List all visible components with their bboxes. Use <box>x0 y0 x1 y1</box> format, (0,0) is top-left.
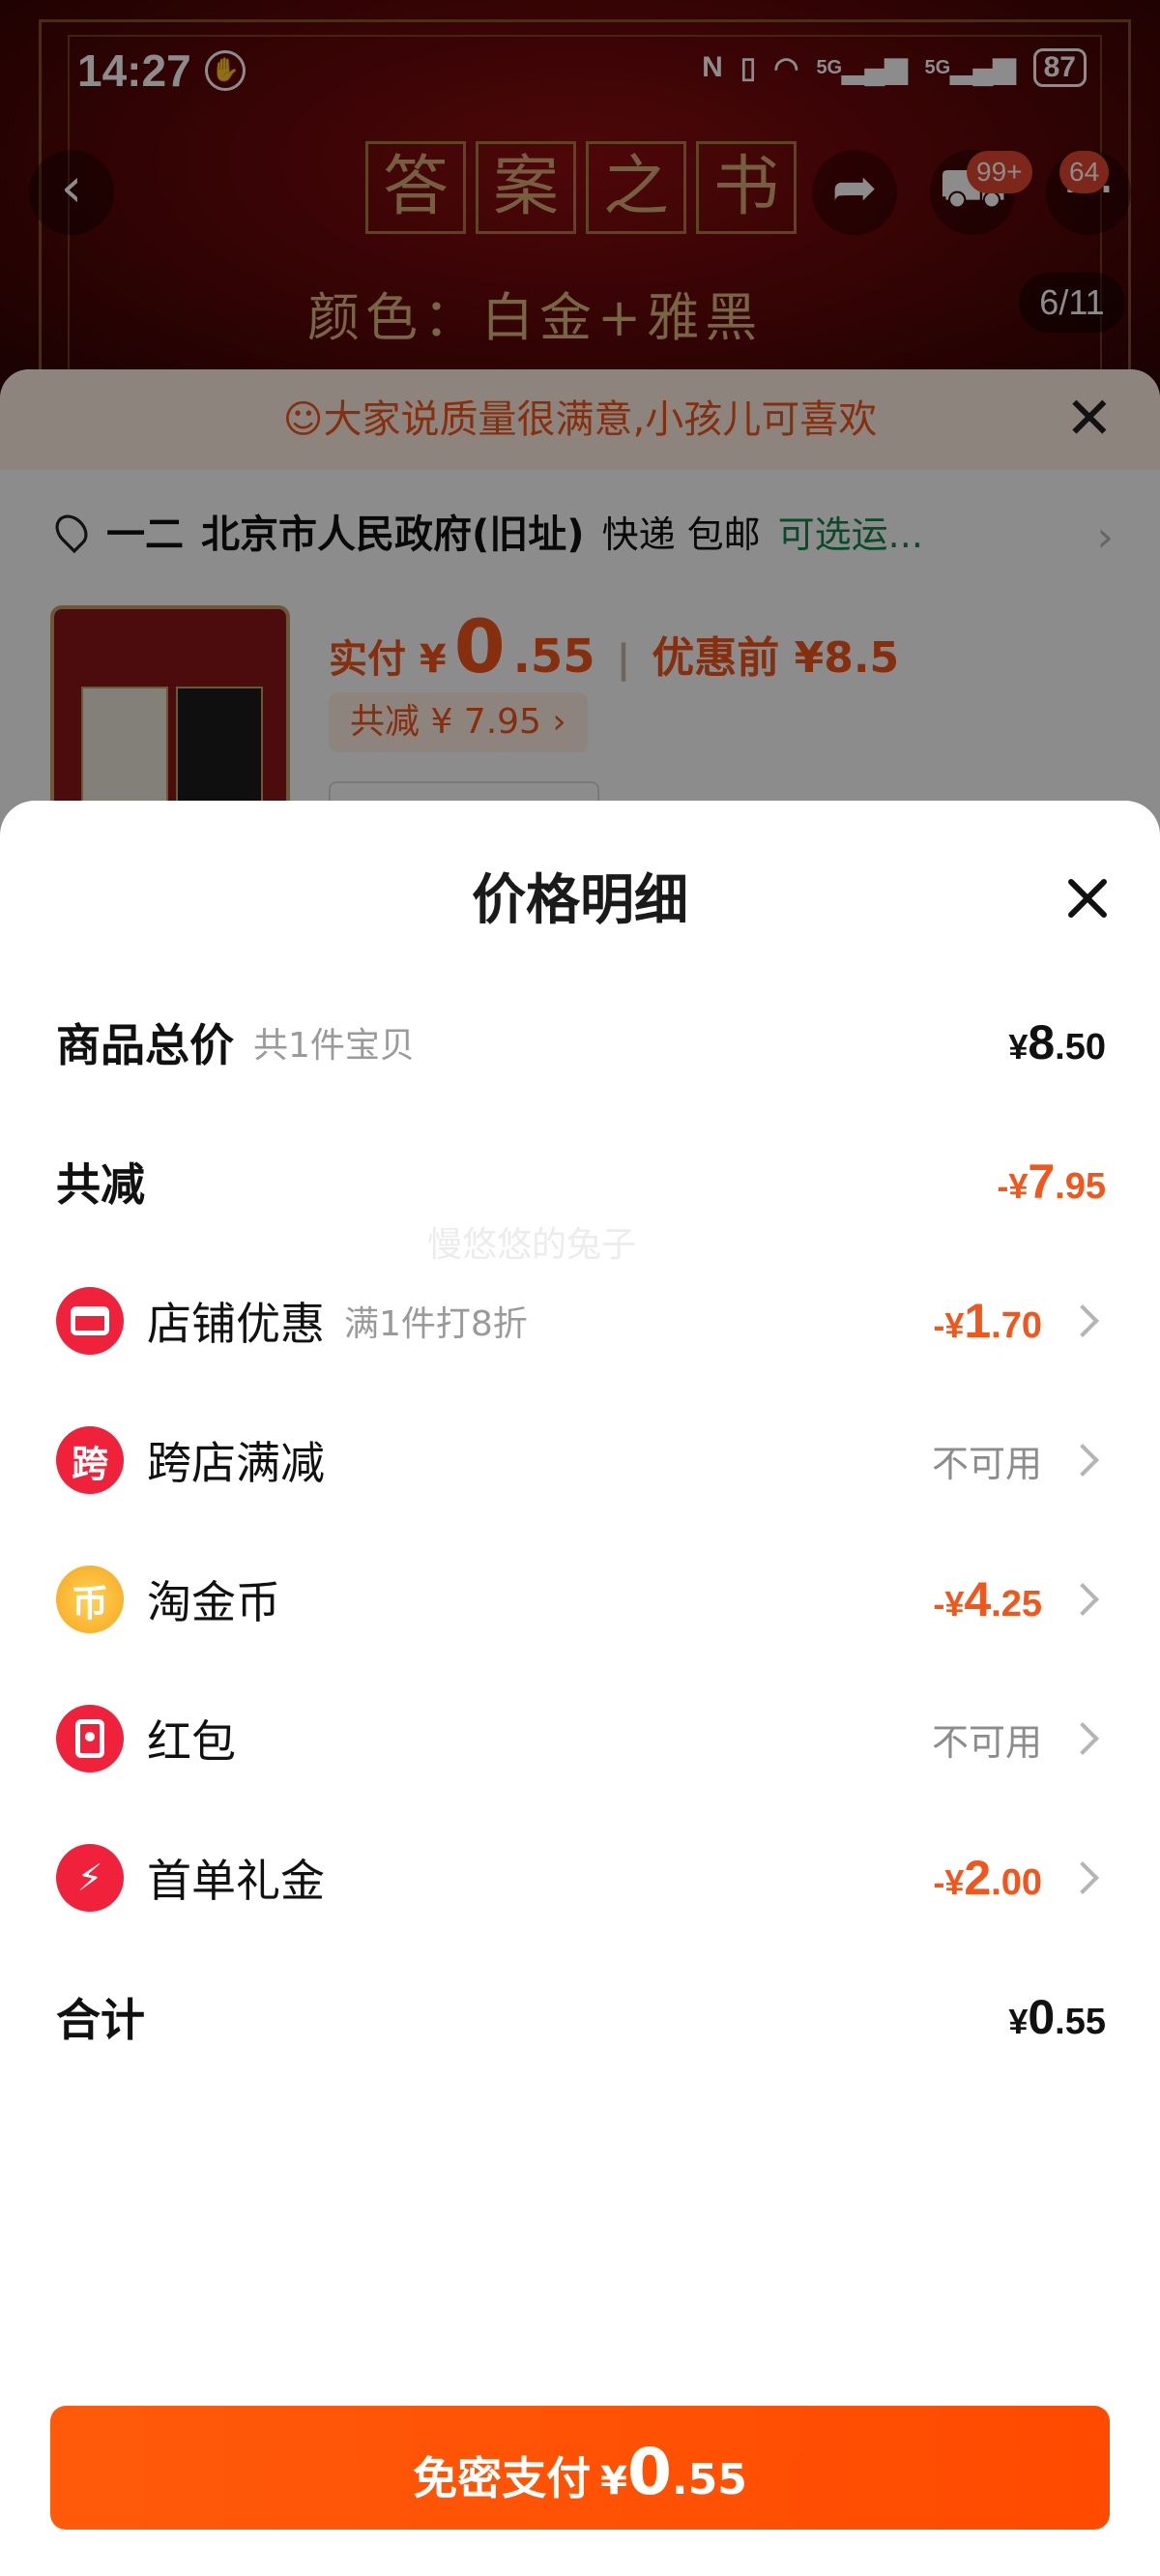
coin-icon: 币 <box>56 1566 124 1633</box>
amount-symbol: ¥ <box>1008 2002 1029 2041</box>
row-status: 不可用 <box>931 1442 1042 1485</box>
row-label: 跨店满减 <box>147 1437 325 1489</box>
amount-symbol: ¥ <box>1008 1027 1029 1067</box>
shop-icon <box>56 1287 124 1355</box>
chevron-right-icon <box>1066 1583 1099 1616</box>
amount-dec: .25 <box>991 1584 1042 1625</box>
row-label: 首单礼金 <box>147 1855 325 1907</box>
row-label: 红包 <box>147 1715 236 1768</box>
pay-button-symbol: ¥ <box>600 2459 627 2503</box>
row-amount: -¥ 7 .95 <box>997 1154 1106 1210</box>
amount-dec: .70 <box>991 1305 1042 1346</box>
cross-store-icon: 跨 <box>56 1426 124 1494</box>
row-label: 共减 <box>56 1158 145 1211</box>
amount-symbol: -¥ <box>933 1305 965 1345</box>
amount-int: 8 <box>1028 1015 1056 1069</box>
row-amount: -¥ 4 .25 <box>933 1571 1042 1627</box>
row-label: 商品总价 <box>56 1019 234 1071</box>
chevron-right-icon <box>1066 1861 1099 1894</box>
row-total-reduce: 共减 -¥ 7 .95 <box>56 1133 1106 1230</box>
row-label: 店铺优惠 <box>147 1298 325 1350</box>
amount-symbol: -¥ <box>933 1862 965 1902</box>
red-packet-icon <box>56 1705 124 1772</box>
amount-dec: .55 <box>1055 2002 1106 2042</box>
row-amount: ¥ 8 .50 <box>1008 1014 1106 1070</box>
amount-dec: .50 <box>1055 1027 1106 1068</box>
price-detail-sheet: 价格明细 慢悠悠的兔子 商品总价 共1件宝贝 ¥ 8 .50 共减 -¥ 7 .… <box>0 801 1160 2576</box>
chevron-right-icon <box>1066 1444 1099 1477</box>
pay-button-dec: .55 <box>671 2455 747 2504</box>
row-amount: -¥ 1 .70 <box>933 1293 1042 1349</box>
row-sublabel: 满1件打8折 <box>344 1304 528 1344</box>
lightning-icon: ⚡ <box>56 1844 124 1912</box>
amount-int: 4 <box>964 1572 992 1626</box>
pay-button-label: 免密支付 <box>413 2452 592 2504</box>
amount-dec: .95 <box>1055 1166 1106 1207</box>
row-status: 不可用 <box>931 1720 1042 1764</box>
amount-int: 2 <box>964 1851 992 1905</box>
row-goods-total: 商品总价 共1件宝贝 ¥ 8 .50 <box>56 994 1106 1091</box>
row-sublabel: 共1件宝贝 <box>253 1026 415 1066</box>
close-icon[interactable] <box>1054 864 1121 932</box>
row-red-packet[interactable]: 红包 不可用 <box>56 1690 1106 1787</box>
row-shop-discount[interactable]: 店铺优惠 满1件打8折 -¥ 1 .70 <box>56 1273 1106 1369</box>
amount-int: 0 <box>1028 1990 1056 2044</box>
row-first-order[interactable]: ⚡ 首单礼金 -¥ 2 .00 <box>56 1830 1106 1926</box>
amount-dec: .00 <box>991 1862 1042 1903</box>
amount-int: 7 <box>1028 1155 1056 1209</box>
row-sum: 合计 ¥ 0 .55 <box>56 1969 1106 2065</box>
row-label: 合计 <box>56 1994 145 2046</box>
row-cross-store[interactable]: 跨 跨店满减 不可用 <box>56 1412 1106 1508</box>
amount-symbol: -¥ <box>933 1584 965 1624</box>
sheet-title: 价格明细 <box>472 869 688 932</box>
amount-int: 1 <box>964 1294 992 1348</box>
row-taojinbi[interactable]: 币 淘金币 -¥ 4 .25 <box>56 1551 1106 1648</box>
chevron-right-icon <box>1066 1722 1099 1755</box>
row-amount: -¥ 2 .00 <box>933 1850 1042 1906</box>
amount-symbol: -¥ <box>997 1166 1029 1206</box>
pay-button-int: 0 <box>626 2435 672 2509</box>
chevron-right-icon <box>1066 1304 1099 1337</box>
row-label: 淘金币 <box>147 1576 280 1628</box>
row-amount: ¥ 0 .55 <box>1008 1989 1106 2045</box>
password-free-pay-button[interactable]: 免密支付 ¥ 0 .55 <box>50 2406 1110 2530</box>
